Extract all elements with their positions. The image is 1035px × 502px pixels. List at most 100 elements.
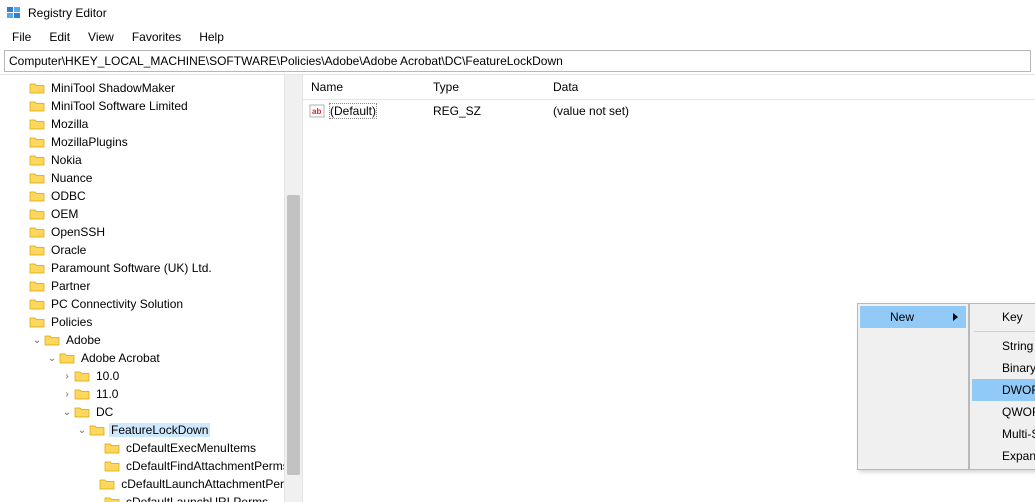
menu-help[interactable]: Help <box>191 28 232 46</box>
tree-item-label: cDefaultLaunchAttachmentPerms <box>119 477 302 491</box>
tree-item-label: Adobe <box>64 333 103 347</box>
chevron-right-icon[interactable]: › <box>60 389 74 400</box>
tree-item-label: cDefaultLaunchURLPerms <box>124 495 270 502</box>
tree-item[interactable]: Mozilla <box>0 115 302 133</box>
context-item-label: New <box>890 310 914 324</box>
context-item-label: Expandable String Value <box>1002 449 1035 463</box>
tree-item-label: Oracle <box>49 243 88 257</box>
folder-icon <box>29 243 45 257</box>
folder-icon <box>44 333 60 347</box>
context-item[interactable]: Key <box>972 306 1035 328</box>
menu-separator <box>974 331 1035 332</box>
tree-item[interactable]: MiniTool Software Limited <box>0 97 302 115</box>
svg-text:ab: ab <box>312 107 321 116</box>
tree-scrollbar[interactable] <box>284 75 302 502</box>
tree-item[interactable]: ⌄DC <box>0 403 302 421</box>
tree-item-label: Mozilla <box>49 117 90 131</box>
tree-item[interactable]: Partner <box>0 277 302 295</box>
context-item[interactable]: QWORD (64-bit) Value <box>972 401 1035 423</box>
folder-icon <box>89 423 105 437</box>
context-submenu: Key String Value Binary ValueDWORD (32-bit… <box>969 303 1035 470</box>
tree-item[interactable]: cDefaultLaunchURLPerms <box>0 493 302 502</box>
menu-bar: File Edit View Favorites Help <box>0 26 1035 48</box>
tree-item[interactable]: ODBC <box>0 187 302 205</box>
folder-icon <box>29 117 45 131</box>
context-item[interactable]: Binary Value <box>972 357 1035 379</box>
tree-item[interactable]: ⌄FeatureLockDown <box>0 421 302 439</box>
tree-item-label: OpenSSH <box>49 225 107 239</box>
folder-icon <box>74 369 90 383</box>
tree-item[interactable]: MozillaPlugins <box>0 133 302 151</box>
tree-item[interactable]: Nokia <box>0 151 302 169</box>
value-row[interactable]: ab(Default)REG_SZ(value not set) <box>309 102 1035 120</box>
tree-item[interactable]: Nuance <box>0 169 302 187</box>
values-panel[interactable]: Name Type Data ab(Default)REG_SZ(value n… <box>303 75 1035 502</box>
tree-item[interactable]: › 10.0 <box>0 367 302 385</box>
tree-item-label: Paramount Software (UK) Ltd. <box>49 261 214 275</box>
folder-icon <box>104 495 120 502</box>
window-title: Registry Editor <box>28 6 107 20</box>
tree-item-label: Partner <box>49 279 92 293</box>
chevron-down-icon[interactable]: ⌄ <box>30 335 44 346</box>
menu-file[interactable]: File <box>4 28 39 46</box>
tree-item[interactable]: cDefaultFindAttachmentPerms <box>0 457 302 475</box>
chevron-down-icon[interactable]: ⌄ <box>60 407 74 418</box>
tree-item-label: cDefaultFindAttachmentPerms <box>124 459 291 473</box>
col-type[interactable]: Type <box>433 80 553 94</box>
folder-icon <box>104 459 120 473</box>
folder-icon <box>29 189 45 203</box>
menu-view[interactable]: View <box>80 28 122 46</box>
tree-item-label: ODBC <box>49 189 88 203</box>
scrollbar-thumb[interactable] <box>287 195 300 475</box>
folder-icon <box>59 351 75 365</box>
tree-item[interactable]: Paramount Software (UK) Ltd. <box>0 259 302 277</box>
context-item-new[interactable]: New <box>860 306 966 328</box>
tree-item-label: 10.0 <box>94 369 121 383</box>
tree-item-label: Nokia <box>49 153 84 167</box>
folder-icon <box>29 171 45 185</box>
folder-icon <box>29 261 45 275</box>
tree-item-label: PC Connectivity Solution <box>49 297 185 311</box>
col-name[interactable]: Name <box>311 80 433 94</box>
context-item[interactable]: DWORD (32-bit) Value <box>972 379 1035 401</box>
tree-item[interactable]: ⌄ Adobe <box>0 331 302 349</box>
tree-item[interactable]: OpenSSH <box>0 223 302 241</box>
context-item[interactable]: String Value <box>972 335 1035 357</box>
folder-icon <box>29 81 45 95</box>
chevron-right-icon[interactable]: › <box>60 371 74 382</box>
address-bar[interactable]: Computer\HKEY_LOCAL_MACHINE\SOFTWARE\Pol… <box>4 50 1031 72</box>
tree-item[interactable]: Policies <box>0 313 302 331</box>
tree-item[interactable]: cDefaultExecMenuItems <box>0 439 302 457</box>
chevron-down-icon[interactable]: ⌄ <box>75 425 89 436</box>
menu-edit[interactable]: Edit <box>41 28 78 46</box>
context-parent-panel: New <box>857 303 969 470</box>
context-item-label: Key <box>1002 310 1023 324</box>
menu-favorites[interactable]: Favorites <box>124 28 189 46</box>
context-item-label: String Value <box>1002 339 1035 353</box>
title-bar: Registry Editor <box>0 0 1035 26</box>
context-item[interactable]: Multi-String Value <box>972 423 1035 445</box>
tree-item[interactable]: cDefaultLaunchAttachmentPerms <box>0 475 302 493</box>
context-item-label: Multi-String Value <box>1002 427 1035 441</box>
tree-item[interactable]: ⌄Adobe Acrobat <box>0 349 302 367</box>
value-type: REG_SZ <box>433 104 553 118</box>
folder-icon <box>29 225 45 239</box>
tree-item-label: MiniTool ShadowMaker <box>49 81 177 95</box>
folder-icon <box>99 477 115 491</box>
chevron-down-icon[interactable]: ⌄ <box>45 353 59 364</box>
folder-icon <box>104 441 120 455</box>
tree-item-label: MiniTool Software Limited <box>49 99 190 113</box>
string-value-icon: ab <box>309 103 325 119</box>
folder-icon <box>29 315 45 329</box>
tree-item[interactable]: OEM <box>0 205 302 223</box>
context-item[interactable]: Expandable String Value <box>972 445 1035 467</box>
value-name: (Default) <box>329 103 377 119</box>
tree-item-label: MozillaPlugins <box>49 135 130 149</box>
tree-item[interactable]: › 11.0 <box>0 385 302 403</box>
col-data[interactable]: Data <box>553 80 1035 94</box>
folder-icon <box>29 153 45 167</box>
tree-item[interactable]: MiniTool ShadowMaker <box>0 79 302 97</box>
tree-item[interactable]: Oracle <box>0 241 302 259</box>
tree-item[interactable]: PC Connectivity Solution <box>0 295 302 313</box>
tree-item-label: 11.0 <box>94 387 120 401</box>
